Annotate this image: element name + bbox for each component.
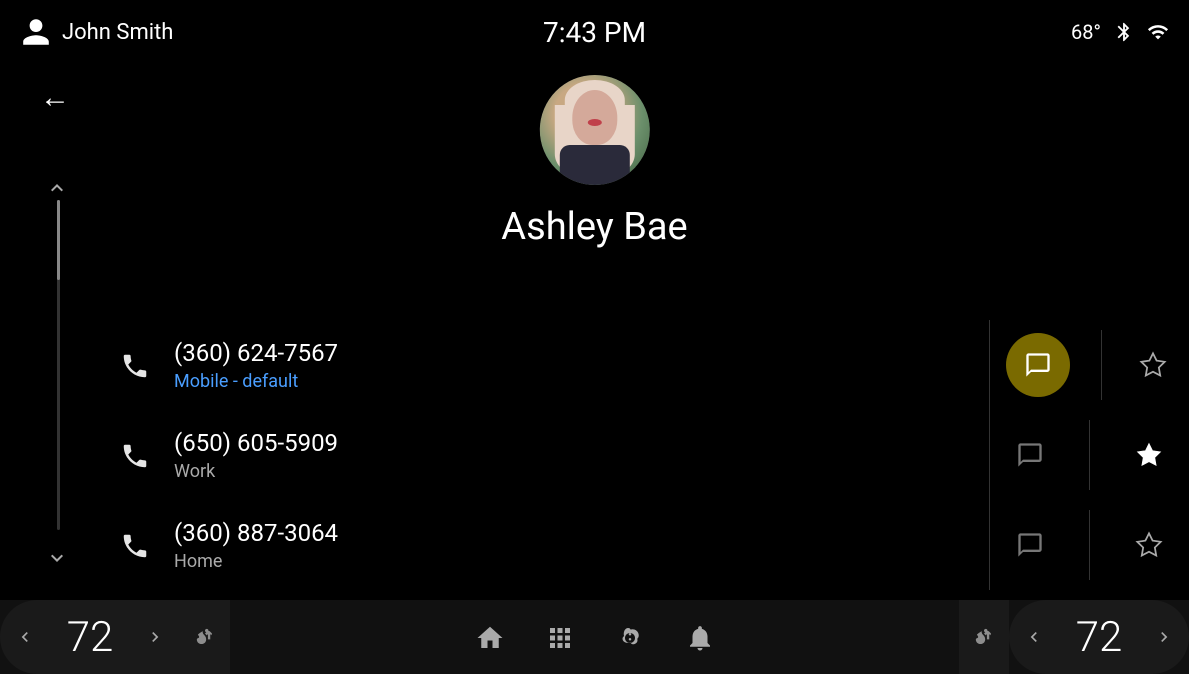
seat-heat-right-icon[interactable] xyxy=(959,600,1009,674)
contact-name: Ashley Bae xyxy=(501,205,687,249)
status-left: John Smith xyxy=(20,16,173,48)
action-icons xyxy=(989,320,1189,590)
left-temp-increase[interactable] xyxy=(130,600,180,674)
favorite-button-1[interactable] xyxy=(1133,345,1173,385)
divider-2 xyxy=(1089,420,1090,490)
left-temp-control: 72 xyxy=(0,600,230,674)
bottom-bar: 72 72 xyxy=(0,600,1189,674)
phone-icon-2 xyxy=(120,439,150,470)
back-button[interactable]: ← xyxy=(40,80,70,115)
right-temp-decrease[interactable] xyxy=(1009,600,1059,674)
signal-icon xyxy=(1147,21,1169,43)
left-temp-value: 72 xyxy=(50,600,130,674)
divider-1 xyxy=(1101,330,1102,400)
phone-icon-3 xyxy=(120,529,150,560)
message-button-active[interactable] xyxy=(1006,333,1070,397)
right-temp-increase[interactable] xyxy=(1139,600,1189,674)
favorite-button-2[interactable] xyxy=(1129,435,1169,475)
action-row-1 xyxy=(989,320,1189,410)
message-button-3[interactable] xyxy=(1010,525,1050,565)
scroll-thumb xyxy=(57,200,60,280)
right-temp-control: 72 xyxy=(959,600,1189,674)
avatar-body xyxy=(559,145,629,185)
temperature-display: 68° xyxy=(1071,20,1101,44)
avatar-image xyxy=(539,75,649,185)
bell-icon[interactable] xyxy=(685,621,715,652)
contact-area: Ashley Bae xyxy=(501,75,687,249)
scroll-up-button[interactable] xyxy=(45,175,69,200)
person-icon xyxy=(20,16,52,48)
right-temp-value: 72 xyxy=(1059,600,1139,674)
bluetooth-icon xyxy=(1113,21,1135,43)
seat-heat-left-icon[interactable] xyxy=(180,600,230,674)
bottom-center-icons xyxy=(230,621,959,652)
grid-icon[interactable] xyxy=(545,621,575,652)
action-row-2 xyxy=(989,410,1189,500)
favorite-button-3[interactable] xyxy=(1129,525,1169,565)
message-button-2[interactable] xyxy=(1010,435,1050,475)
fan-icon[interactable] xyxy=(615,621,645,652)
username: John Smith xyxy=(62,20,173,45)
status-right: 68° xyxy=(1071,20,1169,44)
avatar-lips xyxy=(587,119,601,126)
status-time: 7:43 PM xyxy=(543,16,646,49)
home-icon[interactable] xyxy=(475,621,505,652)
avatar-face xyxy=(572,90,617,145)
left-temp-decrease[interactable] xyxy=(0,600,50,674)
status-bar: John Smith 7:43 PM 68° xyxy=(0,0,1189,64)
scroll-down-button[interactable] xyxy=(45,545,69,570)
phone-icon-1 xyxy=(120,349,150,380)
divider-3 xyxy=(1089,510,1090,580)
action-row-3 xyxy=(989,500,1189,590)
contact-avatar xyxy=(539,75,649,185)
